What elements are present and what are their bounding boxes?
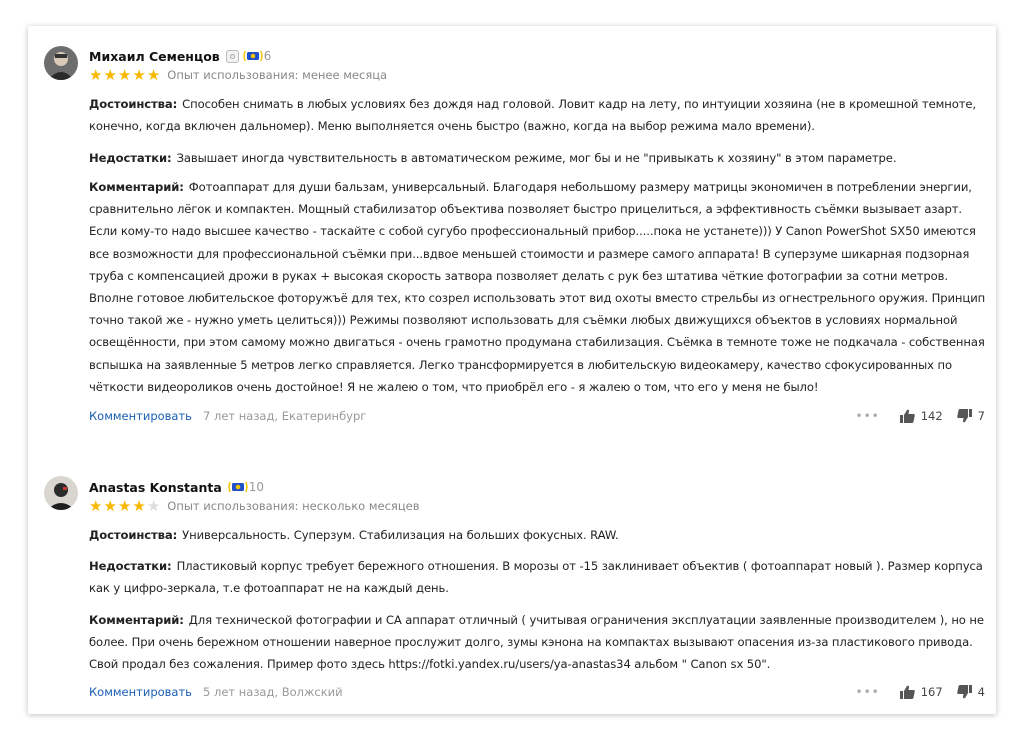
star-filled-icon: ★ [117,496,132,515]
thumbs-up-icon [899,685,915,699]
dislike-button[interactable]: 7 [956,409,985,423]
pros-text: Способен снимать в любых условиях без до… [89,97,977,134]
review-cons: Недостатки: Пластиковый корпус требует бе… [89,555,989,599]
medal-count: 6 [263,49,272,63]
review-comment: Комментарий: Фотоаппарат для души бальзам… [89,176,989,398]
review-actions: ••• 167 4 [855,685,985,699]
usage-experience: Опыт использования: менее месяца [167,68,388,82]
verified-badge-icon [225,49,239,63]
author-name[interactable]: Михаил Семенцов [89,49,220,64]
more-options-icon[interactable]: ••• [855,685,879,699]
pros-label: Достоинства: [89,528,178,542]
rating-row: ★ ★ ★ ★ ★ Опыт использования: менее месяца [89,67,387,83]
review-footer: Комментировать 5 лет назад, Волжский •••… [89,685,985,703]
dislike-count: 7 [977,409,985,423]
star-filled-icon: ★ [103,65,117,84]
cons-text: Завышает иногда чувствительность в автом… [176,151,897,165]
author-row: Anastas Konstanta 10 [89,478,264,496]
avatar[interactable] [44,476,78,510]
comment-label: Комментарий: [89,180,184,194]
author-row: Михаил Семенцов 6 [89,47,271,65]
medal-count: 10 [248,480,265,494]
review-actions: ••• 142 7 [855,409,985,423]
thumbs-down-icon [956,409,972,423]
cons-label: Недостатки: [89,559,172,573]
like-button[interactable]: 142 [899,409,943,423]
pros-label: Достоинства: [89,97,178,111]
review-cons: Недостатки: Завышает иногда чувствительно… [89,147,989,169]
star-filled-icon: ★ [89,65,103,84]
comment-button[interactable]: Комментировать [89,409,192,423]
review-pros: Достоинства: Универсальность. Суперзум. С… [89,524,989,546]
comment-label: Комментарий: [89,613,184,627]
star-filled-icon: ★ [132,65,146,84]
dislike-button[interactable]: 4 [956,685,985,699]
review-meta: 7 лет назад, Екатеринбург [203,409,367,423]
star-filled-icon: ★ [146,65,161,84]
review-pros: Достоинства: Способен снимать в любых усл… [89,93,989,137]
like-count: 142 [920,409,943,423]
review-footer: Комментировать 7 лет назад, Екатеринбург… [89,409,985,427]
review-meta: 5 лет назад, Волжский [203,685,343,699]
cons-label: Недостатки: [89,151,172,165]
expert-medal: 10 [228,480,264,494]
thumbs-down-icon [956,685,972,699]
star-empty-icon: ★ [146,496,161,515]
author-name[interactable]: Anastas Konstanta [89,480,222,495]
dislike-count: 4 [977,685,985,699]
medal-icon [242,50,263,62]
star-filled-icon: ★ [103,496,117,515]
expert-medal: 6 [242,49,272,63]
cons-text: Пластиковый корпус требует бережного отн… [89,559,983,596]
rating-stars: ★ ★ ★ ★ ★ [89,65,161,84]
pros-text: Универсальность. Суперзум. Стабилизация … [182,528,619,542]
like-button[interactable]: 167 [899,685,943,699]
star-filled-icon: ★ [132,496,146,515]
star-filled-icon: ★ [89,496,103,515]
rating-row: ★ ★ ★ ★ ★ Опыт использования: несколько меся… [89,498,420,514]
reviews-card: Михаил Семенцов 6 ★ ★ ★ ★ ★ Опыт использован… [28,26,996,714]
medal-icon [228,481,248,493]
usage-experience: Опыт использования: несколько месяцев [167,499,420,513]
thumbs-up-icon [899,409,915,423]
rating-stars: ★ ★ ★ ★ ★ [89,496,161,515]
review-comment: Комментарий: Для технической фотографии и… [89,609,989,676]
avatar[interactable] [44,46,78,80]
comment-text: Для технической фотографии и СА аппарат … [89,613,984,672]
like-count: 167 [920,685,943,699]
more-options-icon[interactable]: ••• [855,409,879,423]
star-filled-icon: ★ [117,65,132,84]
comment-text: Фотоаппарат для души бальзам, универсаль… [89,180,986,394]
comment-button[interactable]: Комментировать [89,685,192,699]
